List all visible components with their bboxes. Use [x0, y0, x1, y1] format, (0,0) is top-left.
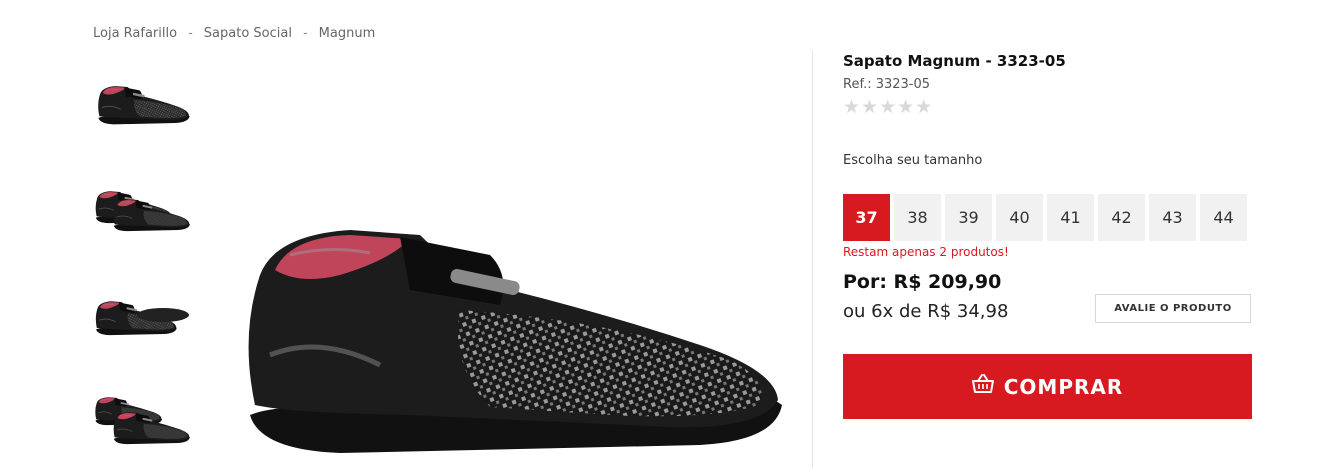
column-divider — [812, 50, 813, 469]
size-option-37[interactable]: 37 — [843, 194, 890, 241]
rating-stars: ★ ★ ★ ★ ★ — [843, 96, 933, 118]
breadcrumb-item-category[interactable]: Sapato Social — [204, 26, 292, 41]
size-selector-label: Escolha seu tamanho — [843, 153, 983, 168]
thumbnail-shoe-pair[interactable] — [93, 175, 193, 245]
buy-button[interactable]: COMPRAR — [843, 354, 1252, 419]
buy-button-label: COMPRAR — [1003, 374, 1124, 399]
thumbnail-shoe-sole[interactable] — [93, 280, 193, 350]
stock-warning: Restam apenas 2 produtos! — [843, 245, 1009, 259]
size-option-40[interactable]: 40 — [996, 194, 1043, 241]
size-selector: 37 38 39 40 41 42 43 44 — [843, 194, 1247, 241]
breadcrumb: Loja Rafarillo - Sapato Social - Magnum — [93, 26, 375, 41]
product-price: Por: R$ 209,90 — [843, 271, 1002, 293]
product-main-image[interactable] — [225, 210, 795, 469]
thumbnail-shoe-side[interactable] — [93, 70, 193, 140]
breadcrumb-item-store[interactable]: Loja Rafarillo — [93, 26, 177, 41]
review-product-button[interactable]: AVALIE O PRODUTO — [1095, 294, 1251, 323]
breadcrumb-separator: - — [188, 26, 193, 41]
star-icon[interactable]: ★ — [843, 96, 861, 118]
installment-price: ou 6x de R$ 34,98 — [843, 301, 1009, 322]
size-option-43[interactable]: 43 — [1149, 194, 1196, 241]
star-icon[interactable]: ★ — [861, 96, 879, 118]
size-option-38[interactable]: 38 — [894, 194, 941, 241]
star-icon[interactable]: ★ — [915, 96, 933, 118]
product-title: Sapato Magnum - 3323-05 — [843, 52, 1066, 70]
size-option-44[interactable]: 44 — [1200, 194, 1247, 241]
size-option-42[interactable]: 42 — [1098, 194, 1145, 241]
thumbnail-shoe-top[interactable] — [93, 385, 193, 455]
size-option-41[interactable]: 41 — [1047, 194, 1094, 241]
size-option-39[interactable]: 39 — [945, 194, 992, 241]
product-reference: Ref.: 3323-05 — [843, 77, 931, 92]
star-icon[interactable]: ★ — [897, 96, 915, 118]
breadcrumb-separator: - — [302, 26, 308, 41]
shopping-basket-icon — [971, 374, 994, 399]
star-icon[interactable]: ★ — [879, 96, 897, 118]
breadcrumb-item-brand[interactable]: Magnum — [319, 26, 376, 41]
